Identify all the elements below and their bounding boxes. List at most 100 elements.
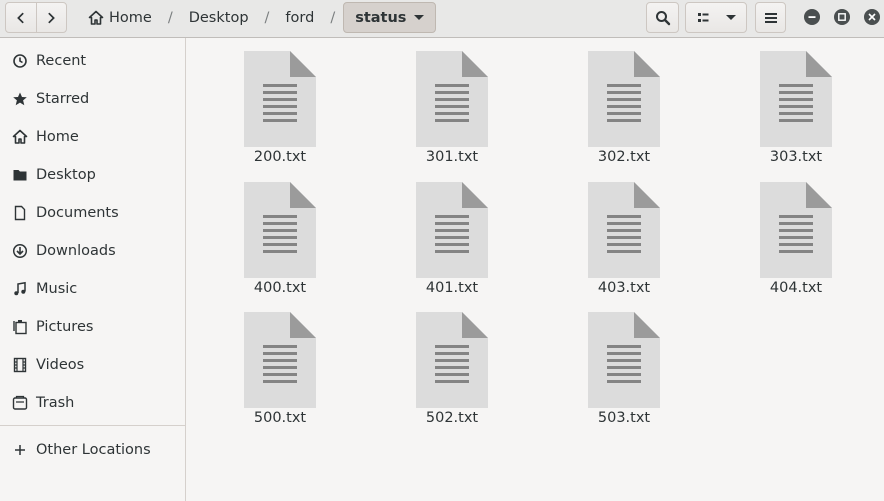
sidebar-item-label: Downloads [36,243,116,259]
sidebar-item-other-locations[interactable]: Other Locations [0,431,186,469]
sidebar-item-videos[interactable]: Videos [0,346,186,384]
text-file-icon [588,182,660,278]
close-icon [864,9,880,25]
file-manager-window: Home / Desktop / ford / status Recent St… [0,0,884,501]
back-button[interactable] [6,3,36,32]
home-icon [88,10,104,25]
file-item[interactable]: 301.txt [392,51,512,175]
file-name: 403.txt [597,280,651,296]
document-icon [11,204,29,222]
sidebar-item-music[interactable]: Music [0,270,186,308]
download-icon [11,242,29,260]
header-bar: Home / Desktop / ford / status [0,0,884,38]
text-file-icon [416,182,488,278]
plus-icon [11,441,29,459]
file-view: 200.txt 301.txt 302.txt 303.txt 400.txt … [187,38,884,501]
minimize-button[interactable] [804,9,820,25]
file-item[interactable]: 401.txt [392,182,512,306]
star-icon [11,90,29,108]
text-file-icon [760,51,832,147]
breadcrumb-ford[interactable]: ford [277,2,322,33]
breadcrumb-separator: / [330,9,336,26]
sidebar-item-label: Starred [36,91,90,107]
file-item[interactable]: 302.txt [564,51,684,175]
file-item[interactable]: 200.txt [220,51,340,175]
breadcrumb-home[interactable]: Home [80,2,160,33]
current-folder-label: status [355,9,407,26]
main-menu-button[interactable] [755,2,786,33]
sidebar-item-label: Desktop [36,167,96,183]
breadcrumb-label: ford [285,9,315,26]
sidebar-item-pictures[interactable]: Pictures [0,308,186,346]
search-button[interactable] [646,2,679,33]
go-next-icon [48,12,56,23]
sidebar-item-label: Other Locations [36,442,151,458]
view-list-icon [698,12,709,22]
places-sidebar: Recent Starred Home Desktop Documents Do… [0,38,186,501]
file-item[interactable]: 502.txt [392,312,512,436]
sidebar-item-starred[interactable]: Starred [0,80,186,118]
close-button[interactable] [864,9,880,25]
maximize-button[interactable] [834,9,850,25]
sidebar-item-desktop[interactable]: Desktop [0,156,186,194]
file-name: 502.txt [425,410,479,426]
text-file-icon [588,51,660,147]
view-options-button[interactable] [685,2,747,33]
sidebar-item-label: Home [36,129,79,145]
sidebar-divider [0,425,186,426]
file-item[interactable]: 403.txt [564,182,684,306]
navigation-buttons [5,2,67,33]
file-name: 404.txt [769,280,823,296]
file-item[interactable]: 400.txt [220,182,340,306]
file-item[interactable]: 503.txt [564,312,684,436]
text-file-icon [588,312,660,408]
go-previous-icon [17,12,24,23]
minimize-icon [804,9,820,25]
sidebar-item-label: Recent [36,53,87,69]
breadcrumb-current-folder[interactable]: status [343,2,437,33]
breadcrumb-separator: / [167,9,173,26]
sidebar-item-trash[interactable]: Trash [0,384,186,422]
file-item[interactable]: 303.txt [736,51,856,175]
maximize-icon [834,9,850,25]
sidebar-item-label: Documents [36,205,119,221]
text-file-icon [760,182,832,278]
chevron-down-icon [726,15,736,20]
file-name: 500.txt [253,410,307,426]
file-name: 303.txt [769,149,823,165]
music-icon [11,280,29,298]
sidebar-item-label: Music [36,281,78,297]
sidebar-item-label: Videos [36,357,85,373]
trash-icon [11,394,29,412]
sidebar-item-home[interactable]: Home [0,118,186,156]
file-name: 400.txt [253,280,307,296]
file-name: 401.txt [425,280,479,296]
breadcrumb-label: Home [109,9,152,26]
film-icon [11,356,29,374]
hamburger-menu-icon [764,12,777,23]
pictures-icon [11,318,29,336]
breadcrumb-separator: / [264,9,270,26]
breadcrumb-label: Desktop [188,9,249,26]
forward-button[interactable] [35,3,66,32]
chevron-down-icon [414,15,425,20]
text-file-icon [244,182,316,278]
text-file-icon [416,51,488,147]
search-icon [655,10,670,25]
text-file-icon [416,312,488,408]
sidebar-item-downloads[interactable]: Downloads [0,232,186,270]
file-item[interactable]: 404.txt [736,182,856,306]
home-icon [11,128,29,146]
file-name: 301.txt [425,149,479,165]
file-name: 503.txt [597,410,651,426]
sidebar-item-documents[interactable]: Documents [0,194,186,232]
file-name: 200.txt [253,149,307,165]
file-name: 302.txt [597,149,651,165]
breadcrumb-desktop[interactable]: Desktop [181,2,257,33]
file-item[interactable]: 500.txt [220,312,340,436]
breadcrumb: Home / Desktop / ford / status [80,2,437,33]
sidebar-item-label: Pictures [36,319,94,335]
clock-icon [11,52,29,70]
text-file-icon [244,51,316,147]
sidebar-item-recent[interactable]: Recent [0,42,186,80]
